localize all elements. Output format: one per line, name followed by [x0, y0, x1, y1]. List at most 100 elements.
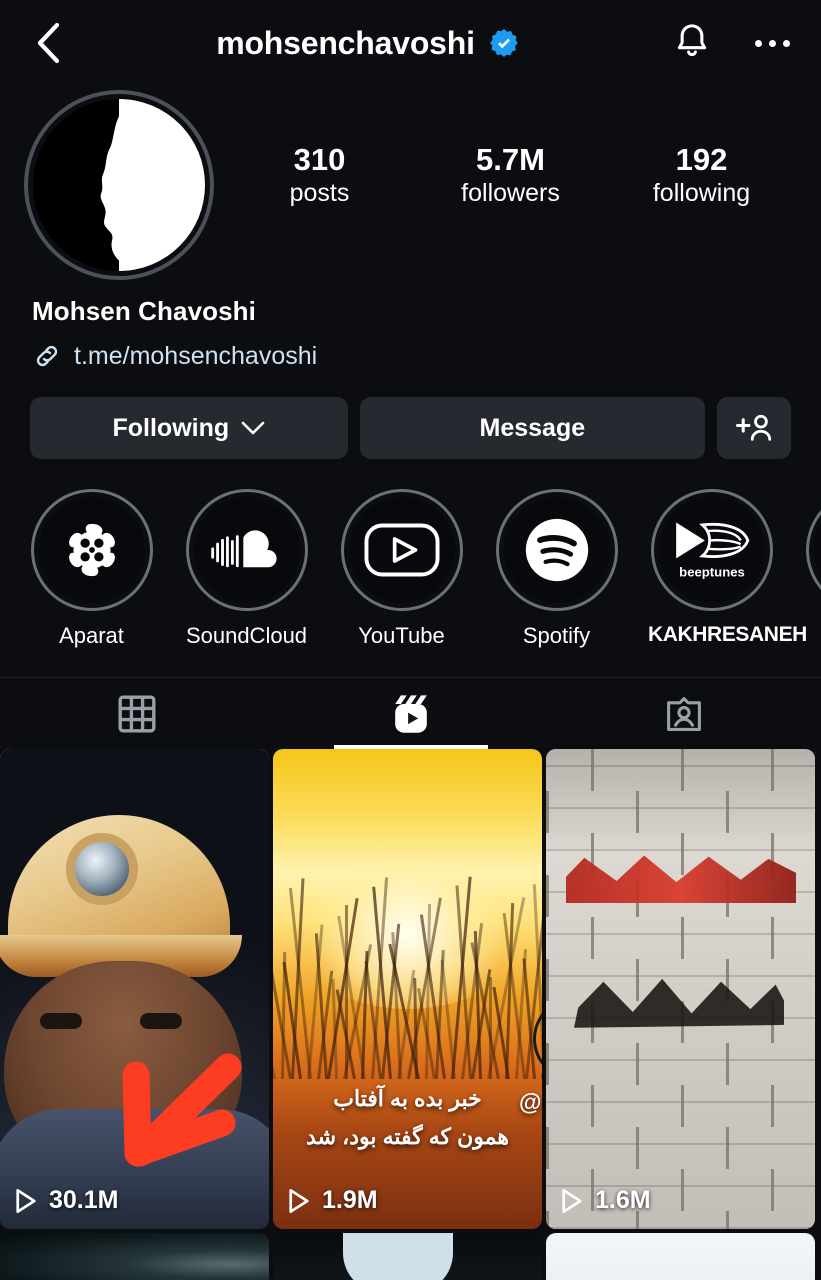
brick-seam: [771, 917, 774, 959]
highlight-soundcloud[interactable]: SoundCloud: [183, 489, 310, 649]
play-triangle-icon: [289, 1188, 309, 1213]
brick-seam: [681, 833, 684, 875]
tab-reels[interactable]: [274, 678, 548, 749]
brick-seam: [546, 1127, 549, 1169]
following-label: following: [652, 178, 751, 207]
highlight-ring: [495, 489, 618, 611]
profile-tabs: [0, 677, 821, 749]
tophat-mustache-logo: [533, 997, 542, 1081]
svg-text:beeptunes: beeptunes: [679, 564, 745, 579]
notifications-button[interactable]: [669, 20, 715, 66]
message-button[interactable]: Message: [359, 397, 705, 459]
highlight-label: KAKHRESANEH: [648, 623, 807, 646]
reel-views-text: 30.1M: [49, 1186, 119, 1214]
avatar-silhouette-icon: [33, 99, 205, 271]
tab-grid[interactable]: [0, 678, 274, 749]
chevron-down-icon: [241, 421, 265, 434]
following-button[interactable]: Following: [30, 397, 348, 459]
chevron-left-icon: [37, 22, 60, 64]
highlight-label: YouTube: [358, 623, 445, 648]
followers-label: followers: [461, 178, 560, 207]
beeptunes-icon-glyph: beeptunes: [675, 522, 749, 579]
highlight-youtube[interactable]: YouTube: [338, 489, 465, 649]
aparat-icon-glyph: [68, 523, 115, 577]
brick-seam: [726, 791, 729, 833]
headlamp-shape: [66, 833, 138, 905]
brick-seam: [591, 749, 594, 791]
play-triangle-icon: [562, 1188, 582, 1213]
brick-seam: [546, 791, 549, 833]
aparat-film-reel-icon: [38, 497, 145, 603]
reel-views-text: 1.9M: [322, 1186, 378, 1214]
followers-count: 5.7M: [476, 142, 545, 177]
night-sky-photo: [0, 1233, 269, 1280]
grid-icon: [118, 695, 156, 732]
eye-right: [140, 1013, 182, 1029]
reel-view-count: 1.9M: [287, 1186, 378, 1215]
three-dots-icon: [754, 39, 790, 47]
highlight-kakhresaneh[interactable]: beeptunes KAKHRESANEH: [648, 489, 807, 649]
brick-seam: [636, 1043, 639, 1085]
brick-seam: [771, 749, 774, 791]
brick-seam: [591, 917, 594, 959]
watermark-handle: @Aalijnab: [519, 1089, 542, 1115]
reel-thumbnail-3[interactable]: 1.6M: [546, 749, 815, 1229]
eye-left: [40, 1013, 82, 1029]
avatar[interactable]: [24, 90, 214, 280]
reel-thumbnail-6[interactable]: [546, 1233, 815, 1280]
brick-seam: [681, 749, 684, 791]
highlight-ring: [185, 489, 308, 611]
reel-caption-line2: همون که گفته بود، شد: [306, 1123, 509, 1149]
brick-seam: [771, 1085, 774, 1127]
profile-link-row[interactable]: t.me/mohsenchavoshi: [32, 341, 791, 371]
highlight-partial-next[interactable]: [803, 489, 821, 649]
brick-seam: [591, 1085, 594, 1127]
youtube-play-icon: [348, 497, 455, 603]
highlight-thumbnail: [813, 497, 821, 603]
highlight-aparat[interactable]: Aparat: [28, 489, 155, 649]
more-options-button[interactable]: [749, 20, 795, 66]
reel-thumbnail-5[interactable]: [273, 1233, 542, 1280]
highlight-ring: [340, 489, 463, 611]
profile-summary: 310 posts 5.7M followers 192 following: [0, 86, 821, 280]
posts-label: posts: [289, 178, 350, 207]
add-person-icon: [736, 414, 772, 441]
profile-header: mohsenchavoshi: [0, 0, 821, 86]
highlight-ring: [30, 489, 153, 611]
stat-following[interactable]: 192 following: [642, 142, 762, 209]
reel-thumbnail-2[interactable]: خبر بده به آفتاب همون که گفته بود، شد @A…: [273, 749, 542, 1229]
brick-seam: [726, 1211, 729, 1229]
following-button-label: Following: [112, 413, 230, 442]
tab-tagged[interactable]: [547, 678, 821, 749]
header-title-group: mohsenchavoshi: [66, 25, 669, 62]
play-triangle-icon: [16, 1188, 36, 1213]
silhouette-shape: [343, 1233, 453, 1280]
link-chain-icon: [36, 345, 58, 367]
soundcloud-icon-glyph: [210, 530, 277, 568]
story-highlights: Aparat SoundCloud YouTube Spotify beeptu…: [0, 459, 821, 649]
brick-seam: [546, 1043, 549, 1085]
brick-seam: [726, 1127, 729, 1169]
reel-thumbnail-1[interactable]: 30.1M: [0, 749, 269, 1229]
profile-full-name: Mohsen Chavoshi: [32, 296, 256, 326]
stat-followers[interactable]: 5.7M followers: [451, 142, 571, 209]
brick-seam: [546, 875, 549, 917]
reel-thumbnail-4[interactable]: [0, 1233, 269, 1280]
brick-seam: [636, 959, 639, 1001]
add-person-button[interactable]: [717, 397, 791, 459]
brick-seam: [546, 959, 549, 1001]
header-actions: [669, 20, 795, 66]
reels-clapperboard-icon: [394, 694, 427, 733]
stat-posts[interactable]: 310 posts: [260, 142, 380, 209]
brick-seam: [636, 1127, 639, 1169]
youtube-icon-glyph: [363, 523, 440, 577]
message-button-label: Message: [479, 413, 586, 442]
highlight-spotify[interactable]: Spotify: [493, 489, 620, 649]
brick-seam: [771, 1169, 774, 1211]
reel-views-text: 1.6M: [595, 1186, 651, 1214]
soundcloud-cloud-icon: [193, 497, 300, 603]
reel-view-count: 30.1M: [14, 1186, 118, 1215]
profile-username: mohsenchavoshi: [216, 24, 475, 61]
brick-seam: [681, 1085, 684, 1127]
back-button[interactable]: [26, 21, 70, 65]
